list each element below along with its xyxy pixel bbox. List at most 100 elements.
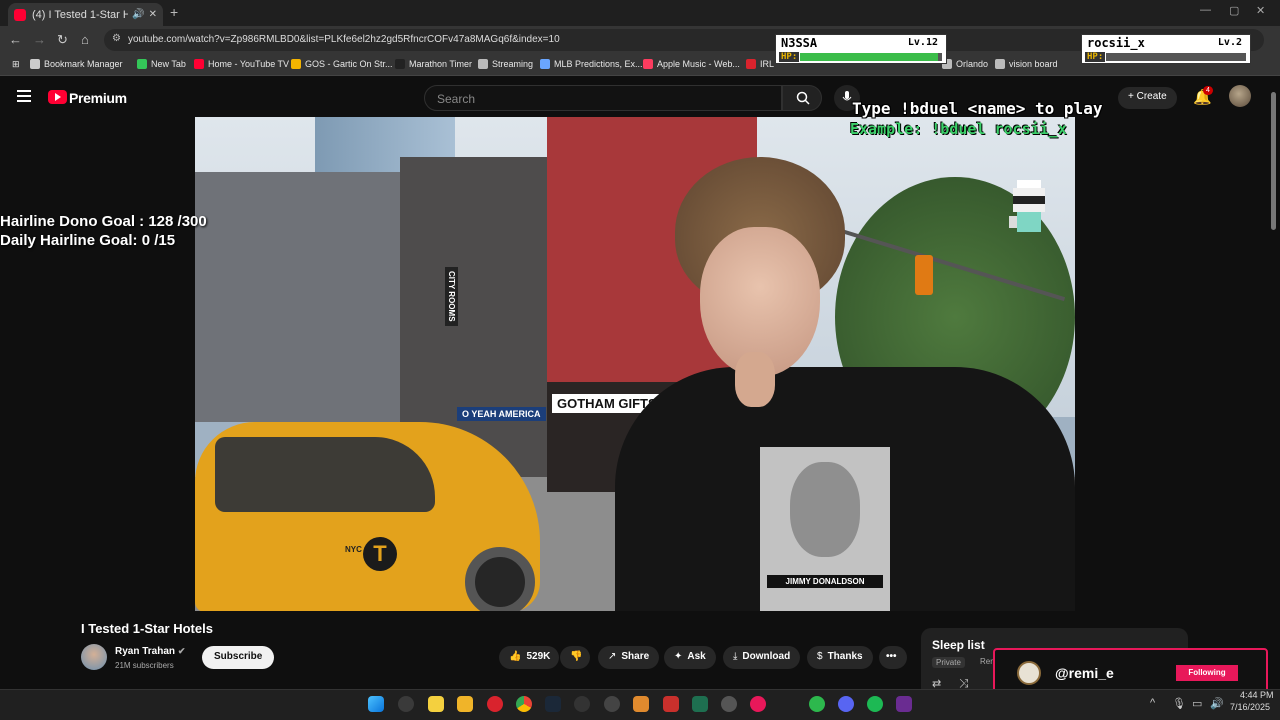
vlc-icon[interactable] — [633, 696, 649, 712]
taskbar-date[interactable]: 7/16/2025 — [1230, 702, 1270, 712]
like-button[interactable]: 👍 529K — [499, 646, 559, 669]
reload-icon[interactable]: ↻ — [57, 32, 68, 48]
channel-name[interactable]: Ryan Trahan ✔ — [115, 646, 185, 657]
bookmark-item[interactable]: IRL — [746, 59, 774, 69]
subscribe-button[interactable]: Subscribe — [202, 646, 275, 669]
bookmark-label: Orlando — [956, 59, 989, 69]
tray-network-icon[interactable]: ▭ — [1192, 697, 1202, 710]
tray-mic-icon[interactable]: 🎙 — [1172, 697, 1186, 710]
channel-avatar[interactable] — [81, 644, 107, 670]
steam-icon[interactable] — [545, 696, 561, 712]
verified-icon: ✔ — [177, 646, 186, 656]
duel-command-text: Type !bduel <name> to play — [852, 99, 1103, 118]
follower-avatar — [1017, 661, 1041, 685]
audio-icon[interactable]: 🔊 — [132, 9, 144, 20]
app-arrow-icon[interactable] — [574, 696, 590, 712]
thanks-button[interactable]: $ Thanks — [807, 646, 873, 669]
youtube-logo-icon[interactable] — [48, 90, 67, 104]
close-window-icon[interactable]: ✕ — [1256, 4, 1265, 17]
download-button[interactable]: ⤓ Download — [723, 646, 801, 669]
close-tab-icon[interactable]: ✕ — [149, 9, 157, 20]
notes-app-icon[interactable] — [428, 696, 444, 712]
minimize-icon[interactable]: — — [1200, 4, 1211, 16]
dislike-button[interactable]: 👎 — [560, 646, 590, 669]
bookmark-label: New Tab — [151, 59, 186, 69]
more-actions-button[interactable]: ••• — [879, 646, 907, 669]
video-player[interactable]: GOTHAM GIFTS O YEAH AMERICA CITY ROOMS T… — [195, 117, 1075, 611]
4k-app-icon[interactable] — [604, 696, 620, 712]
forward-icon[interactable]: → — [33, 32, 46, 47]
bookmark-item[interactable]: Apple Music - Web... — [643, 59, 740, 69]
file-explorer-icon[interactable] — [457, 696, 473, 712]
discord-icon[interactable] — [838, 696, 854, 712]
scrollbar-thumb[interactable] — [1271, 92, 1276, 230]
ask-button[interactable]: ✦ Ask — [664, 646, 716, 669]
bookmark-item[interactable]: vision board — [995, 59, 1058, 69]
bookmark-item[interactable]: Bookmark Manager — [30, 59, 123, 69]
duel-example-text: Example: !bduel rocsii_x — [850, 120, 1067, 138]
mlb-icon — [540, 59, 550, 69]
back-icon[interactable]: ← — [9, 32, 22, 47]
hp-label: HP: — [779, 52, 800, 62]
taskbar-time[interactable]: 4:44 PM — [1240, 690, 1274, 700]
hamburger-menu-icon[interactable] — [17, 90, 31, 102]
account-avatar[interactable] — [1229, 85, 1251, 107]
sparkle-icon: ✦ — [674, 651, 683, 662]
recorder-icon[interactable] — [750, 696, 766, 712]
maximize-icon[interactable]: ▢ — [1229, 4, 1239, 17]
thumbs-down-icon: 👎 — [570, 651, 583, 662]
folder-icon — [995, 59, 1005, 69]
player-name: N3SSA — [781, 36, 818, 50]
youtube-premium-brand[interactable]: Premium — [69, 90, 127, 106]
bookmark-item[interactable]: Orlando — [942, 59, 988, 69]
youtube-icon — [194, 59, 204, 69]
browser-tab-bar: (4) I Tested 1-Star Hotels - Y 🔊 ✕ + — ▢… — [0, 0, 1280, 26]
scene-grey-building — [195, 172, 400, 422]
obs-icon[interactable] — [721, 696, 737, 712]
share-label: Share — [621, 651, 650, 662]
video-title: I Tested 1-Star Hotels — [81, 621, 213, 636]
playlist-title[interactable]: Sleep list — [932, 638, 985, 652]
browser-tab[interactable]: (4) I Tested 1-Star Hotels - Y 🔊 ✕ — [8, 3, 163, 26]
site-info-icon[interactable]: ⚙ — [112, 33, 121, 44]
start-icon[interactable] — [368, 696, 384, 712]
star-icon — [30, 59, 40, 69]
taxi-t-logo: T — [363, 537, 397, 571]
bookmark-item[interactable]: MLB Predictions, Ex... — [540, 59, 643, 69]
opera-icon[interactable] — [487, 696, 503, 712]
home-icon[interactable]: ⌂ — [81, 32, 89, 47]
spotify-icon[interactable] — [867, 696, 883, 712]
plus-icon: + — [1128, 91, 1137, 102]
bookmark-item[interactable]: New Tab — [137, 59, 186, 69]
bookmark-item[interactable]: Marathon Timer — [395, 59, 472, 69]
search-icon — [796, 91, 810, 105]
create-button[interactable]: + Create — [1118, 87, 1177, 109]
like-count: 529K — [526, 651, 551, 662]
thanks-icon: $ — [817, 651, 823, 662]
red-app-icon[interactable] — [663, 696, 679, 712]
player-level: Lv.12 — [907, 37, 938, 48]
player-hp-box-2: rocsii_x Lv.2 HP: — [1081, 34, 1251, 64]
search-input[interactable]: Search — [424, 85, 782, 111]
bookmark-item[interactable]: Streaming — [478, 59, 533, 69]
xbox-icon[interactable] — [809, 696, 825, 712]
excel-icon[interactable] — [692, 696, 708, 712]
search-icon[interactable] — [398, 696, 414, 712]
tray-chevron-icon[interactable]: ^ — [1150, 697, 1155, 709]
tab-title: (4) I Tested 1-Star Hotels - Y — [32, 8, 129, 21]
new-tab-icon[interactable]: + — [170, 4, 178, 20]
search-button[interactable] — [782, 85, 822, 111]
tray-volume-icon[interactable]: 🔊 — [1210, 697, 1224, 710]
share-button[interactable]: ↗ Share — [598, 646, 660, 669]
irl-icon — [746, 59, 756, 69]
city-rooms-sign: CITY ROOMS — [445, 267, 458, 326]
follower-username: @remi_e — [1055, 665, 1114, 681]
bookmark-item[interactable]: Home - YouTube TV — [194, 59, 289, 69]
bookmark-label: Bookmark Manager — [44, 59, 123, 69]
pixel-character-icon — [1009, 180, 1045, 232]
next-app-icon[interactable] — [896, 696, 912, 712]
apps-icon[interactable]: ⊞ — [12, 59, 20, 70]
bookmark-item[interactable]: GOS - Gartic On Str... — [291, 59, 393, 69]
youtube-favicon-icon — [14, 8, 26, 21]
chrome-icon[interactable] — [516, 696, 532, 712]
